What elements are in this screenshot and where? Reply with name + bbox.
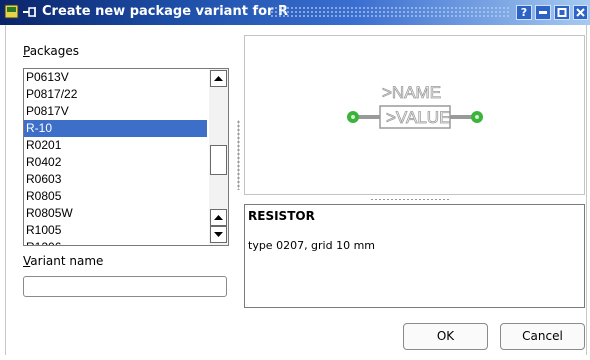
list-item[interactable]: R-10 [24,120,207,137]
scroll-thumb[interactable] [210,145,227,175]
variant-name-input[interactable] [23,276,227,297]
list-item[interactable]: P0613V [24,69,207,86]
preview-name-text: >NAME [382,83,441,102]
title-grip [270,6,510,18]
package-preview: >NAME >VALUE [244,35,585,195]
help-button[interactable]: ? [516,5,532,20]
scroll-up-button[interactable] [210,70,227,87]
list-item[interactable]: R0201 [24,137,207,154]
packages-list-items: P0613V P0817/22 P0817V R-10 R0201 R0402 R0603 R… [24,69,207,245]
list-item[interactable]: R0603 [24,171,207,188]
horizontal-splitter[interactable] [370,198,450,201]
scroll-down-button[interactable] [210,226,227,243]
title-bar[interactable]: Create new package variant for R ? [0,0,590,25]
list-item[interactable]: R1206 [24,239,207,245]
app-icon [4,4,19,19]
close-icon [576,8,585,17]
variant-name-label: Variant name [23,254,104,268]
list-item[interactable]: R0805 [24,188,207,205]
maximize-icon [557,8,567,17]
scroll-up-button-2[interactable] [210,209,227,226]
minimize-icon [539,11,547,14]
packages-label: Packages [23,44,79,58]
list-item[interactable]: R0805W [24,205,207,222]
list-item[interactable]: R0402 [24,154,207,171]
description-panel: RESISTOR type 0207, grid 10 mm [244,204,585,308]
window-title: Create new package variant for R [42,4,288,19]
list-item[interactable]: P0817/22 [24,86,207,103]
packages-list[interactable]: P0613V P0817/22 P0817V R-10 R0201 R0402 R0603 R… [23,68,229,246]
arrow-down-icon [214,232,223,237]
pin-icon [23,7,36,17]
preview-value-text: >VALUE [386,108,450,127]
list-item[interactable]: P0817V [24,103,207,120]
maximize-button[interactable] [554,5,570,20]
packages-scrollbar[interactable] [209,69,228,245]
arrow-up-icon [214,215,223,220]
description-title: RESISTOR [248,209,315,223]
arrow-up-icon [214,76,223,81]
cancel-button[interactable]: Cancel [500,323,585,350]
dialog-window: Create new package variant for R ? Packa… [0,0,590,360]
close-button[interactable] [573,5,588,20]
list-item[interactable]: R1005 [24,222,207,239]
vertical-splitter[interactable] [237,120,240,190]
package-symbol: >NAME >VALUE [347,83,483,129]
description-text: type 0207, grid 10 mm [248,239,376,252]
minimize-button[interactable] [535,5,551,20]
ok-button[interactable]: OK [403,323,488,350]
